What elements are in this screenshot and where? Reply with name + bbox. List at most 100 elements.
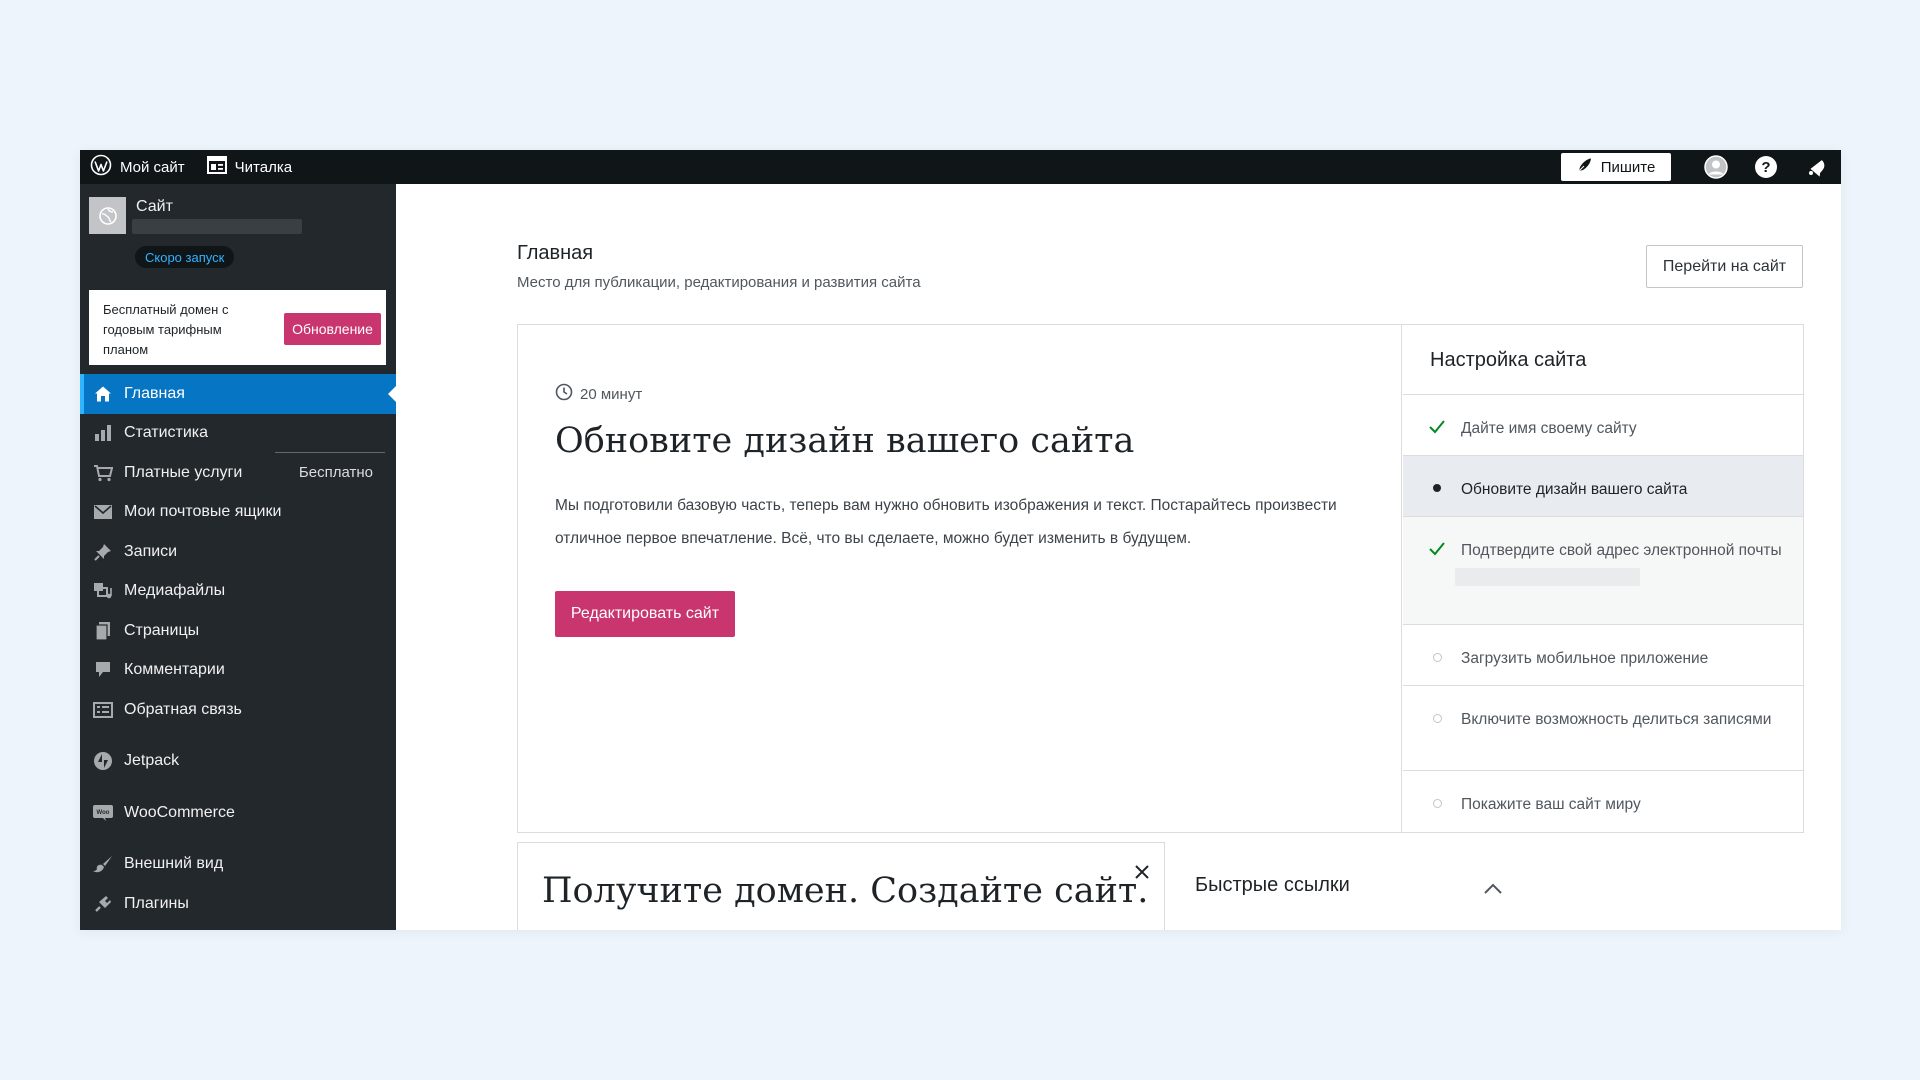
sidebar-item-plugins[interactable]: Плагины bbox=[80, 884, 396, 924]
checklist-item-label: Подтвердите свой адрес электронной почты bbox=[1461, 542, 1782, 559]
checklist-item-name-site[interactable]: Дайте имя своему сайту bbox=[1403, 395, 1803, 456]
domain-promo-card: Получите домен. Создайте сайт. bbox=[517, 842, 1165, 930]
checklist-item-label: Обновите дизайн вашего сайта bbox=[1461, 481, 1688, 498]
visit-site-button[interactable]: Перейти на сайт bbox=[1646, 245, 1803, 288]
jetpack-icon bbox=[92, 750, 114, 772]
notifications-icon[interactable] bbox=[1791, 150, 1841, 184]
clock-icon bbox=[555, 383, 580, 405]
email-redacted bbox=[1455, 568, 1640, 586]
user-avatar-icon[interactable] bbox=[1691, 150, 1741, 184]
my-site-label: Мой сайт bbox=[120, 158, 185, 176]
mail-icon bbox=[92, 501, 114, 523]
upgrade-button[interactable]: Обновление bbox=[284, 313, 381, 345]
comment-icon bbox=[92, 659, 114, 681]
plugin-icon bbox=[92, 893, 114, 915]
checklist-item-mobile-app[interactable]: Загрузить мобильное приложение bbox=[1403, 625, 1803, 686]
sidebar-item-pages[interactable]: Страницы bbox=[80, 611, 396, 651]
checklist-item-label: Загрузить мобильное приложение bbox=[1461, 650, 1709, 667]
woo-icon: Woo bbox=[92, 802, 114, 824]
site-setup-card: 20 минут Обновите дизайн вашего сайта Мы… bbox=[517, 324, 1804, 833]
write-label: Пишите bbox=[1600, 158, 1656, 176]
sidebar-item-mailboxes[interactable]: Мои почтовые ящики bbox=[80, 493, 396, 533]
checklist-item-update-design[interactable]: Обновите дизайн вашего сайта bbox=[1403, 456, 1803, 517]
reader-button[interactable]: Читалка bbox=[197, 150, 304, 184]
sidebar-item-comments[interactable]: Комментарии bbox=[80, 651, 396, 691]
sidebar-item-label: Главная bbox=[124, 384, 185, 402]
task-description: Мы подготовили базовую часть, теперь вам… bbox=[555, 497, 1337, 547]
quick-links-section: Быстрые ссылки bbox=[1195, 874, 1805, 914]
site-icon bbox=[89, 197, 126, 234]
pages-icon bbox=[92, 620, 114, 642]
quick-links-title: Быстрые ссылки bbox=[1195, 874, 1350, 896]
media-icon bbox=[92, 580, 114, 602]
sidebar-item-label: Статистика bbox=[124, 424, 209, 442]
svg-text:?: ? bbox=[1761, 159, 1770, 176]
help-icon[interactable]: ? bbox=[1741, 150, 1791, 184]
wordpress-logo-icon bbox=[90, 154, 120, 180]
sidebar-item-appearance[interactable]: Внешний вид bbox=[80, 845, 396, 885]
sidebar-item-woocommerce[interactable]: Woo WooCommerce bbox=[80, 793, 396, 833]
sidebar-item-label: Внешний вид bbox=[124, 855, 224, 873]
free-plan-note: Бесплатно bbox=[298, 464, 373, 482]
domain-promo-title: Получите домен. Создайте сайт. bbox=[542, 871, 1149, 911]
reader-icon bbox=[206, 156, 235, 178]
app-window: Мой сайт Читалка Пишите ? Сайт Скоро зап… bbox=[80, 150, 1841, 930]
empty-circle-icon bbox=[1429, 795, 1445, 811]
sidebar-item-posts[interactable]: Записи bbox=[80, 532, 396, 572]
sidebar-item-label: Записи bbox=[124, 542, 178, 560]
site-url-redacted bbox=[132, 219, 302, 234]
admin-bar: Мой сайт Читалка Пишите ? bbox=[80, 150, 1841, 184]
close-icon[interactable] bbox=[1130, 860, 1154, 884]
site-card[interactable]: Сайт Скоро запуск bbox=[80, 184, 396, 290]
edit-site-button[interactable]: Редактировать сайт bbox=[555, 591, 735, 637]
page-title: Главная bbox=[517, 242, 594, 264]
checklist-item-launch[interactable]: Покажите ваш сайт миру bbox=[1403, 771, 1803, 831]
sidebar-item-stats[interactable]: Статистика bbox=[80, 414, 396, 454]
sidebar-item-label: Обратная связь bbox=[124, 700, 242, 718]
sidebar-item-paid-services[interactable]: Платные услуги Бесплатно bbox=[80, 453, 396, 493]
chevron-up-icon[interactable] bbox=[1481, 876, 1505, 900]
current-task-panel: 20 минут Обновите дизайн вашего сайта Мы… bbox=[518, 325, 1402, 832]
write-button[interactable]: Пишите bbox=[1561, 153, 1671, 181]
empty-circle-icon bbox=[1429, 649, 1445, 665]
sidebar-item-label: Комментарии bbox=[124, 661, 225, 679]
sidebar-item-home[interactable]: Главная bbox=[80, 374, 396, 414]
checklist-item-confirm-email[interactable]: Подтвердите свой адрес электронной почты bbox=[1403, 517, 1803, 625]
reader-label: Читалка bbox=[234, 158, 293, 176]
task-title: Обновите дизайн вашего сайта bbox=[555, 421, 1135, 461]
pin-icon bbox=[92, 541, 114, 563]
task-time-text: 20 минут bbox=[580, 385, 643, 403]
sidebar-item-feedback[interactable]: Обратная связь bbox=[80, 690, 396, 730]
sidebar-item-label: Страницы bbox=[124, 621, 200, 639]
checklist-item-label: Включите возможность делиться записями bbox=[1461, 711, 1772, 728]
my-site-button[interactable]: Мой сайт bbox=[80, 150, 197, 184]
sidebar-item-jetpack[interactable]: Jetpack bbox=[80, 742, 396, 782]
promo-text: Бесплатный домен с годовым тарифным план… bbox=[103, 302, 229, 357]
site-name: Сайт bbox=[136, 198, 173, 215]
cart-icon bbox=[92, 462, 114, 484]
sidebar-item-label: Мои почтовые ящики bbox=[124, 503, 282, 521]
launch-badge: Скоро запуск bbox=[135, 246, 235, 268]
home-icon bbox=[92, 383, 114, 405]
sidebar-item-label: Jetpack bbox=[124, 752, 180, 770]
stats-icon bbox=[92, 422, 114, 444]
pen-icon bbox=[1577, 157, 1601, 177]
check-icon bbox=[1429, 541, 1445, 557]
setup-checklist: Настройка сайта Дайте имя своему сайту О… bbox=[1403, 325, 1803, 832]
check-icon bbox=[1429, 419, 1445, 435]
checklist-item-label: Дайте имя своему сайту bbox=[1461, 420, 1637, 437]
sidebar-item-label: Медиафайлы bbox=[124, 582, 226, 600]
promo-banner: Бесплатный домен с годовым тарифным план… bbox=[89, 290, 386, 365]
checklist-item-sharing[interactable]: Включите возможность делиться записями bbox=[1403, 686, 1803, 771]
brush-icon bbox=[92, 853, 114, 875]
sidebar-item-label: Плагины bbox=[124, 894, 189, 912]
sidebar-item-media[interactable]: Медиафайлы bbox=[80, 572, 396, 612]
sidebar: Сайт Скоро запуск Бесплатный домен с год… bbox=[80, 184, 396, 930]
main-content: Главная Место для публикации, редактиров… bbox=[396, 184, 1841, 930]
task-duration: 20 минут bbox=[555, 383, 642, 405]
sidebar-item-label: WooCommerce bbox=[124, 803, 235, 821]
checklist-title: Настройка сайта bbox=[1403, 325, 1803, 395]
feedback-icon bbox=[92, 699, 114, 721]
sidebar-item-label: Платные услуги bbox=[124, 463, 243, 481]
empty-circle-icon bbox=[1429, 710, 1445, 726]
